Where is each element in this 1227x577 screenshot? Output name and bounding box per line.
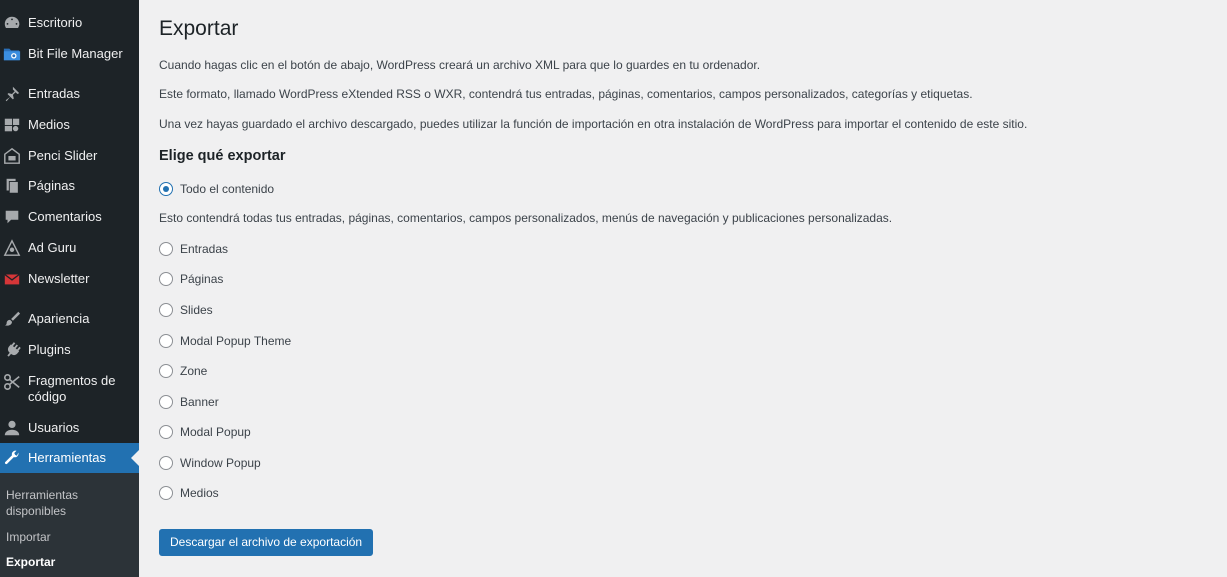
radio-label: Páginas (180, 272, 224, 286)
paintbrush-icon (3, 310, 21, 328)
user-icon (3, 419, 21, 437)
radio-button[interactable] (159, 486, 173, 500)
megaphone-icon (3, 239, 21, 257)
sidebar-item-newsletter[interactable]: Newsletter (0, 270, 139, 288)
sidebar-item-label: Newsletter (28, 271, 90, 286)
sidebar-item-entradas[interactable]: Entradas (0, 85, 139, 103)
envelope-icon (3, 270, 21, 288)
folder-icon (3, 45, 21, 63)
radio-option-entradas[interactable]: Entradas (159, 241, 228, 257)
comment-icon (3, 208, 21, 226)
download-export-button[interactable]: Descargar el archivo de exportación (159, 529, 374, 556)
sidebar-item-comentarios[interactable]: Comentarios (0, 208, 139, 226)
main-content: Exportar Cuando hagas clic en el botón d… (139, 0, 1227, 577)
sidebar-item-escritorio[interactable]: Escritorio (0, 14, 139, 32)
radio-option-todo-el-contenido[interactable]: Todo el contenido (159, 181, 274, 197)
sidebar-item-label: Medios (28, 117, 70, 132)
radio-label: Todo el contenido (180, 182, 275, 196)
wrench-icon (3, 449, 21, 467)
radio-button[interactable] (159, 456, 173, 470)
radio-option-modal-popup[interactable]: Modal Popup (159, 424, 251, 440)
radio-button[interactable] (159, 303, 173, 317)
section-title: Elige qué exportar (159, 148, 286, 164)
submenu-item-herramientas-disponibles[interactable]: Herramientas disponibles (6, 487, 126, 519)
radio-option-paginas[interactable]: Páginas (159, 271, 223, 287)
sidebar-item-ad-guru[interactable]: Ad Guru (0, 239, 139, 257)
sidebar-item-usuarios[interactable]: Usuarios (0, 419, 139, 437)
radio-button[interactable] (159, 364, 173, 378)
sidebar-item-label: Bit File Manager (28, 46, 123, 61)
plugin-icon (3, 341, 21, 359)
sidebar-item-apariencia[interactable]: Apariencia (0, 310, 139, 328)
intro-paragraph: Este formato, llamado WordPress eXtended… (159, 87, 973, 101)
admin-sidebar: Escritorio Bit File Manager Entradas Med… (0, 0, 139, 577)
sidebar-submenu-herramientas: Herramientas disponibles Importar Export… (0, 473, 139, 577)
radio-button[interactable] (159, 242, 173, 256)
sidebar-item-penci-slider[interactable]: Penci Slider (0, 147, 139, 165)
radio-label: Modal Popup (180, 425, 251, 439)
sidebar-item-label: Comentarios (28, 209, 102, 224)
sidebar-item-bit-file-manager[interactable]: Bit File Manager (0, 45, 139, 63)
intro-paragraph: Cuando hagas clic en el botón de abajo, … (159, 58, 761, 72)
radio-option-medios[interactable]: Medios (159, 485, 219, 501)
radio-label: Zone (180, 364, 208, 378)
sidebar-item-label: Herramientas (28, 450, 107, 465)
media-icon (3, 116, 21, 134)
radio-option-banner[interactable]: Banner (159, 394, 219, 410)
sidebar-item-label: Apariencia (28, 311, 90, 326)
sidebar-item-medios[interactable]: Medios (0, 116, 139, 134)
radio-button[interactable] (159, 182, 173, 196)
radio-button[interactable] (159, 272, 173, 286)
submenu-item-importar[interactable]: Importar (6, 529, 126, 545)
pushpin-icon (3, 85, 21, 103)
submenu-item-exportar[interactable]: Exportar (6, 554, 126, 570)
radio-button[interactable] (159, 334, 173, 348)
radio-label: Modal Popup Theme (180, 334, 292, 348)
sidebar-item-label: Páginas (28, 178, 75, 193)
radio-label: Window Popup (180, 456, 261, 470)
radio-button[interactable] (159, 425, 173, 439)
sidebar-item-paginas[interactable]: Páginas (0, 177, 139, 195)
sidebar-item-label: Escritorio (28, 15, 83, 30)
radio-label: Slides (180, 303, 213, 317)
sidebar-item-label: Entradas (28, 86, 81, 101)
sidebar-item-fragmentos-de-codigo[interactable]: Fragmentos de código (0, 373, 139, 405)
scissors-icon (3, 373, 21, 391)
radio-button[interactable] (159, 395, 173, 409)
radio-label: Entradas (180, 242, 229, 256)
radio-option-slides[interactable]: Slides (159, 302, 213, 318)
radio-label: Banner (180, 395, 219, 409)
radio-option-modal-popup-theme[interactable]: Modal Popup Theme (159, 333, 291, 349)
page-title: Exportar (159, 17, 239, 40)
radio-option-zone[interactable]: Zone (159, 363, 207, 379)
radio-label: Medios (180, 486, 219, 500)
sidebar-item-plugins[interactable]: Plugins (0, 341, 139, 359)
radio-option-window-popup[interactable]: Window Popup (159, 455, 261, 471)
sidebar-item-label: Ad Guru (28, 240, 77, 255)
pages-icon (3, 177, 21, 195)
sidebar-item-herramientas[interactable]: Herramientas (0, 443, 139, 473)
sidebar-item-label: Usuarios (28, 420, 80, 435)
intro-paragraph: Una vez hayas guardado el archivo descar… (159, 117, 1028, 131)
dashboard-icon (3, 14, 21, 32)
all-content-description: Esto contendrá todas tus entradas, págin… (159, 211, 893, 225)
slider-icon (3, 147, 21, 165)
sidebar-item-label: Fragmentos de código (28, 373, 116, 404)
sidebar-item-label: Penci Slider (28, 148, 98, 163)
sidebar-item-label: Plugins (28, 342, 71, 357)
